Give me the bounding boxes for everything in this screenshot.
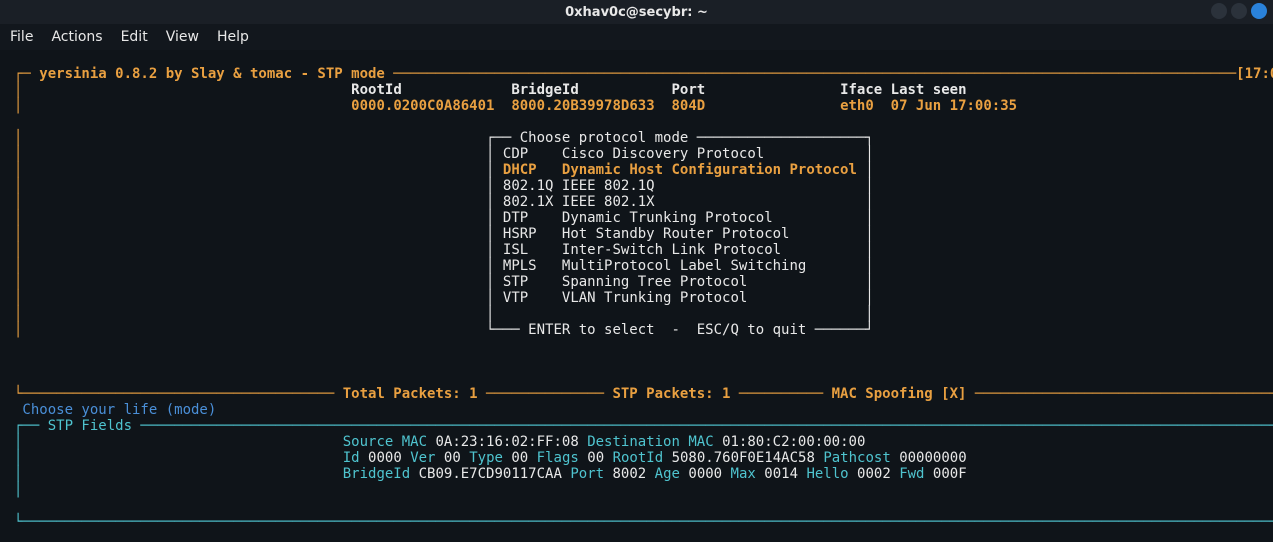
menu-bottom: │ └─── ENTER to select - ESC/Q to quit ─…	[14, 322, 874, 338]
menu-view[interactable]: View	[166, 29, 199, 45]
protocol-item-dhcp[interactable]: │ │ DHCP Dynamic Host Configuration Prot…	[14, 162, 874, 178]
protocol-item-isl[interactable]: │ │ ISL Inter-Switch Link Protocol │	[14, 242, 874, 258]
menubar: File Actions Edit View Help	[0, 24, 1273, 50]
minimize-button[interactable]	[1211, 3, 1227, 19]
menu-spacer: │ │ │	[14, 306, 874, 322]
stp-field-line: │ Id 0000 Ver 00 Type 00 Flags 00 RootId…	[14, 450, 967, 466]
menu-actions[interactable]: Actions	[51, 29, 102, 45]
menu-top: │ ┌── Choose protocol mode ─────────────…	[14, 130, 874, 146]
frame-top: ┌─ yersinia 0.8.2 by Slay & tomac - STP …	[14, 66, 1273, 82]
protocol-item-hsrp[interactable]: │ │ HSRP Hot Standby Router Protocol │	[14, 226, 874, 242]
table-header: │ RootId BridgeId Port Iface Last seen	[14, 82, 967, 98]
terminal: ┌─ yersinia 0.8.2 by Slay & tomac - STP …	[0, 50, 1273, 542]
table-row: │ 0000.0200C0A86401 8000.20B39978D633 80…	[14, 98, 1017, 114]
protocol-item-stp[interactable]: │ │ STP Spanning Tree Protocol │	[14, 274, 874, 290]
stp-empty: │ │	[14, 482, 1273, 498]
close-button[interactable]	[1251, 3, 1267, 19]
window-titlebar: 0xhav0c@secybr: ~	[0, 0, 1273, 24]
protocol-item-dtp[interactable]: │ │ DTP Dynamic Trunking Protocol │	[14, 210, 874, 226]
hint-line: Choose your life (mode)	[14, 402, 216, 418]
window-title: 0xhav0c@secybr: ~	[565, 5, 708, 20]
status-bar: └───────────────────────────────────── T…	[14, 386, 1273, 402]
stp-frame-top: ┌── STP Fields ─────────────────────────…	[14, 418, 1273, 434]
protocol-item-802.1q[interactable]: │ │ 802.1Q IEEE 802.1Q │	[14, 178, 874, 194]
protocol-item-mpls[interactable]: │ │ MPLS MultiProtocol Label Switching │	[14, 258, 874, 274]
stp-frame-bottom: └───────────────────────────────────────…	[14, 514, 1273, 530]
protocol-item-802.1x[interactable]: │ │ 802.1X IEEE 802.1X │	[14, 194, 874, 210]
stp-field-line: │ Source MAC 0A:23:16:02:FF:08 Destinati…	[14, 434, 865, 450]
menu-file[interactable]: File	[10, 29, 33, 45]
menu-edit[interactable]: Edit	[121, 29, 148, 45]
protocol-item-vtp[interactable]: │ │ VTP VLAN Trunking Protocol │	[14, 290, 874, 306]
protocol-item-cdp[interactable]: │ │ CDP Cisco Discovery Protocol │	[14, 146, 874, 162]
maximize-button[interactable]	[1231, 3, 1247, 19]
menu-help[interactable]: Help	[217, 29, 249, 45]
stp-field-line: │ BridgeId CB09.E7CD90117CAA Port 8002 A…	[14, 466, 967, 482]
